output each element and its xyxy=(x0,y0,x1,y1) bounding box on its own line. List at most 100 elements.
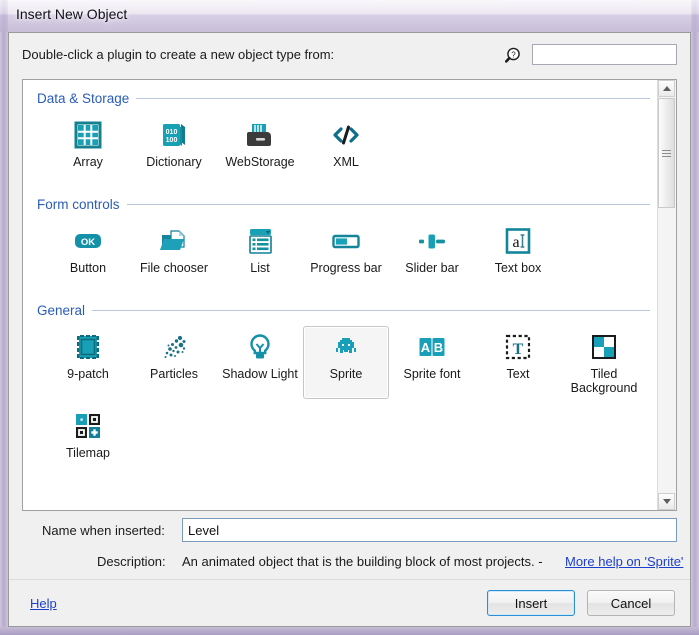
group-separator-rule xyxy=(127,204,650,205)
button-ok-icon: OK xyxy=(72,225,104,257)
plugin-item-text[interactable]: T Text xyxy=(475,326,561,399)
title-bar[interactable]: Insert New Object xyxy=(0,0,699,32)
window-edge-bottom xyxy=(0,627,699,635)
group-items: Array 010 100 xyxy=(23,108,658,186)
plugin-item-label: Text xyxy=(507,367,530,381)
plugin-item-label: Tilemap xyxy=(66,446,110,460)
up-arrow-glyph xyxy=(663,86,671,91)
plugin-item-label: 9-patch xyxy=(67,367,109,381)
window-edge-right xyxy=(691,0,699,635)
svg-text:T: T xyxy=(513,341,524,358)
name-row: Name when inserted: xyxy=(22,518,677,544)
plugin-item-list[interactable]: List xyxy=(217,220,303,282)
plugin-group-general: General xyxy=(23,300,658,477)
down-arrow-glyph xyxy=(663,499,671,504)
progress-bar-icon xyxy=(330,225,362,257)
group-items: 9-patch xyxy=(23,320,658,477)
sprite-invader-icon xyxy=(330,331,362,363)
plugin-item-label: File chooser xyxy=(140,261,208,275)
more-help-link[interactable]: More help on 'Sprite' xyxy=(565,554,683,569)
plugin-item-file-chooser[interactable]: File chooser xyxy=(131,220,217,282)
sprite-font-ab-icon: A B xyxy=(416,331,448,363)
text-t-icon: T xyxy=(502,331,534,363)
plugin-item-particles[interactable]: Particles xyxy=(131,326,217,399)
plugin-item-label: Particles xyxy=(150,367,198,381)
group-header: General xyxy=(37,300,650,320)
group-items: OK Button xyxy=(23,214,658,292)
plugin-item-button[interactable]: OK Button xyxy=(45,220,131,282)
group-header: Form controls xyxy=(37,194,650,214)
plugin-item-label: Shadow Light xyxy=(222,367,298,381)
description-label: Description: xyxy=(97,554,166,569)
name-input[interactable] xyxy=(182,518,677,542)
vertical-scrollbar[interactable] xyxy=(657,80,676,510)
plugin-item-tilemap[interactable]: Tilemap xyxy=(45,405,131,467)
tiled-background-icon xyxy=(588,331,620,363)
plugin-item-label: WebStorage xyxy=(225,155,294,169)
plugin-item-label: Slider bar xyxy=(405,261,459,275)
svg-text:a: a xyxy=(512,234,519,251)
nine-patch-icon xyxy=(72,331,104,363)
svg-text:B: B xyxy=(434,340,443,355)
plugin-item-slider-bar[interactable]: Slider bar xyxy=(389,220,475,282)
scroll-down-arrow-icon[interactable] xyxy=(658,493,675,510)
description-text: An animated object that is the building … xyxy=(182,554,543,569)
plugin-item-label: Text box xyxy=(495,261,542,275)
shadow-light-bulb-icon xyxy=(244,331,276,363)
window-edge-left xyxy=(0,0,8,635)
plugin-item-label: Sprite font xyxy=(404,367,461,381)
plugin-item-label: Dictionary xyxy=(146,155,202,169)
webstorage-drive-icon xyxy=(244,119,276,151)
plugin-item-dictionary[interactable]: 010 100 Dictionary xyxy=(131,114,217,176)
group-title: Form controls xyxy=(37,197,127,212)
scroll-up-arrow-icon[interactable] xyxy=(658,80,675,97)
svg-text:010: 010 xyxy=(166,129,178,136)
plugin-item-webstorage[interactable]: WebStorage xyxy=(217,114,303,176)
plugin-item-9-patch[interactable]: 9-patch xyxy=(45,326,131,399)
help-link[interactable]: Help xyxy=(30,596,57,611)
list-dropdown-icon xyxy=(244,225,276,257)
plugin-item-label: Tiled Background xyxy=(571,367,638,395)
svg-text:A: A xyxy=(421,340,431,355)
insert-button[interactable]: Insert xyxy=(487,590,575,616)
group-separator-rule xyxy=(136,98,650,99)
array-grid-icon xyxy=(72,119,104,151)
dictionary-book-icon: 010 100 xyxy=(158,119,190,151)
tilemap-icon xyxy=(72,410,104,442)
slider-bar-icon xyxy=(416,225,448,257)
plugin-item-array[interactable]: Array xyxy=(45,114,131,176)
scrollbar-grip-icon xyxy=(662,150,671,157)
plugin-item-label: Progress bar xyxy=(310,261,382,275)
plugin-item-sprite[interactable]: Sprite xyxy=(303,326,389,399)
plugin-item-tiled-background[interactable]: Tiled Background xyxy=(561,326,647,399)
cancel-button[interactable]: Cancel xyxy=(587,590,675,616)
window-title: Insert New Object xyxy=(16,6,127,22)
plugin-item-shadow-light[interactable]: Shadow Light xyxy=(217,326,303,399)
plugin-list-panel: Data & Storage xyxy=(22,79,677,511)
plugin-item-sprite-font[interactable]: A B Sprite font xyxy=(389,326,475,399)
plugin-item-label: Button xyxy=(70,261,106,275)
plugin-item-progress-bar[interactable]: Progress bar xyxy=(303,220,389,282)
group-title: General xyxy=(37,303,92,318)
group-separator-rule xyxy=(92,310,650,311)
particles-icon xyxy=(158,331,190,363)
dialog-window: Insert New Object Double-click a plugin … xyxy=(0,0,699,635)
search-input[interactable] xyxy=(532,44,677,65)
svg-text:100: 100 xyxy=(166,137,178,144)
text-box-icon: a xyxy=(502,225,534,257)
prompt-row: Double-click a plugin to create a new ob… xyxy=(9,33,690,79)
plugin-list-scroll-area[interactable]: Data & Storage xyxy=(23,80,658,510)
svg-text:OK: OK xyxy=(81,237,95,248)
plugin-item-label: XML xyxy=(333,155,359,169)
plugin-item-xml[interactable]: XML xyxy=(303,114,389,176)
plugin-group-data-storage: Data & Storage xyxy=(23,88,658,186)
group-title: Data & Storage xyxy=(37,91,136,106)
name-field-label: Name when inserted: xyxy=(42,523,165,538)
plugin-item-label: Sprite xyxy=(330,367,363,381)
scrollbar-thumb[interactable] xyxy=(658,98,675,208)
svg-text:?: ? xyxy=(511,50,516,59)
xml-code-icon xyxy=(330,119,362,151)
plugin-item-text-box[interactable]: a Text box xyxy=(475,220,561,282)
prompt-label: Double-click a plugin to create a new ob… xyxy=(22,47,334,62)
group-header: Data & Storage xyxy=(37,88,650,108)
